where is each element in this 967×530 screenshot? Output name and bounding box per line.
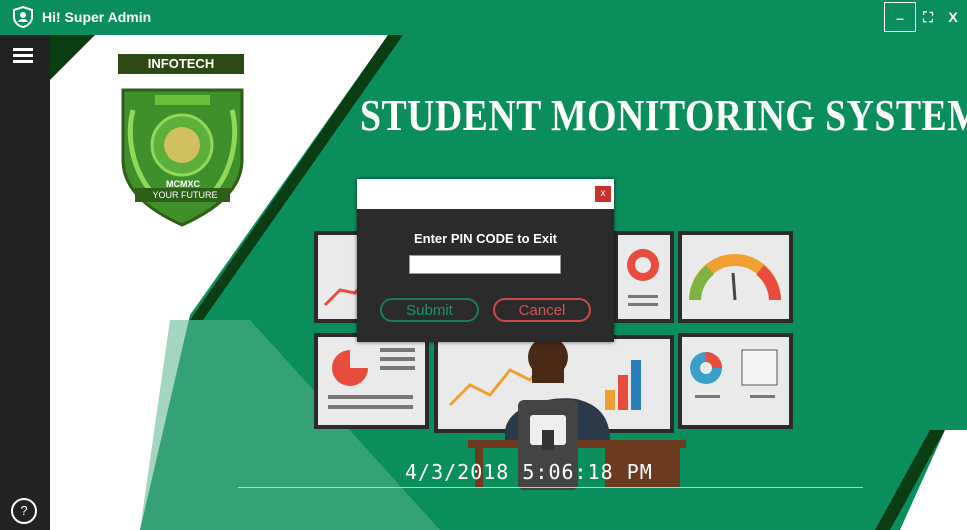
college-motto: YOUR FUTURE <box>152 190 218 200</box>
help-button[interactable]: ? <box>11 498 37 524</box>
cancel-button[interactable]: Cancel <box>493 298 591 322</box>
pin-dialog: x Enter PIN CODE to Exit Submit Cancel <box>357 179 614 342</box>
pin-prompt: Enter PIN CODE to Exit <box>413 231 558 246</box>
clock-datetime: 4/3/2018 5:06:18 PM <box>405 460 653 484</box>
window-title: Hi! Super Admin <box>42 9 152 25</box>
close-window-button[interactable]: X <box>944 2 962 32</box>
dialog-close-button[interactable]: x <box>595 186 611 202</box>
page-title: STUDENT MONITORING SYSTEM <box>360 91 967 140</box>
hamburger-icon[interactable] <box>13 48 33 64</box>
sidebar: ? <box>0 35 50 530</box>
pin-input[interactable] <box>409 255 561 274</box>
maximize-button[interactable]: ⛶ <box>918 2 938 32</box>
shield-user-icon <box>13 6 33 28</box>
clock-divider <box>238 487 863 488</box>
college-name: INFOTECH COLLEGE <box>118 54 244 91</box>
minimize-button[interactable]: – <box>884 2 916 32</box>
college-year: MCMXC <box>166 179 200 189</box>
dialog-header: x <box>357 179 614 209</box>
submit-button[interactable]: Submit <box>380 298 479 322</box>
title-bar: Hi! Super Admin – ⛶ X <box>0 0 967 35</box>
